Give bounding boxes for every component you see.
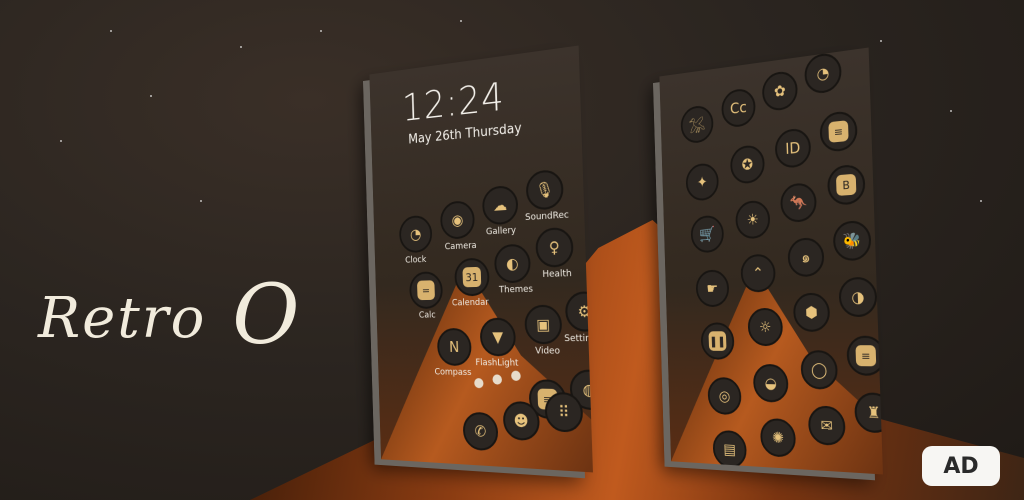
- icon-label-health: Health: [542, 269, 572, 280]
- star: [320, 30, 322, 32]
- phone-screenshot-icon-grid: 𓅮 Cc ✿ ◔ ✦ ✪ ID ≡ 🛒 ☀ 🦘 B ☛ ⌃ ๑ 🐝 ❚❚ ☼ ⬢…: [659, 48, 883, 475]
- sun-wheel-icon[interactable]: ☼: [747, 308, 783, 346]
- gallery-icon[interactable]: ☁: [482, 185, 519, 226]
- health-icon[interactable]: ♀: [535, 227, 574, 268]
- themes-icon[interactable]: ◐: [494, 243, 531, 283]
- clock-icon[interactable]: ◔: [804, 51, 842, 95]
- cc-icon[interactable]: Cc: [721, 87, 756, 128]
- cube-icon[interactable]: ⬢: [793, 293, 831, 332]
- page-indicator-dot: [492, 374, 502, 384]
- star: [150, 95, 152, 97]
- app-title: Retro O: [38, 268, 302, 363]
- compass-icon[interactable]: N: [437, 328, 472, 366]
- star: [240, 46, 242, 48]
- safari-icon[interactable]: ✪: [730, 144, 765, 185]
- page-indicator-dot: [474, 378, 483, 388]
- calendar-icon[interactable]: 31: [454, 257, 490, 296]
- pointer-icon[interactable]: ☛: [695, 269, 729, 307]
- star: [880, 40, 882, 42]
- video-icon[interactable]: ▣: [524, 305, 562, 345]
- page-indicator-dot: [511, 371, 521, 381]
- icon-label-camera: Camera: [445, 241, 477, 252]
- icon-label-flashlight: FlashLight: [475, 358, 518, 369]
- icon-label-calc: Calc: [419, 311, 436, 321]
- lockscreen-time: 12:24: [402, 74, 506, 130]
- toggle-icon[interactable]: ◑: [838, 277, 877, 318]
- swirl-icon[interactable]: ๑: [787, 237, 824, 277]
- flower-icon[interactable]: ✿: [762, 70, 798, 112]
- blogger-icon[interactable]: B: [827, 164, 866, 206]
- ostrich-icon[interactable]: 𓅮: [680, 104, 714, 144]
- bee-icon[interactable]: 🐝: [833, 220, 872, 261]
- icon-label-compass: Compass: [434, 367, 471, 378]
- weather-icon[interactable]: ☀: [735, 200, 770, 240]
- icon-label-clock: Clock: [405, 255, 426, 266]
- shopping-cart-icon[interactable]: 🛒: [690, 215, 724, 254]
- flashlight-icon[interactable]: ▼: [480, 318, 517, 357]
- star: [200, 200, 202, 202]
- icon-label-calendar: Calendar: [452, 298, 489, 309]
- chevron-up-icon[interactable]: ⌃: [740, 254, 776, 293]
- microphone-icon[interactable]: 🎙: [526, 169, 564, 211]
- title-word: Retro: [38, 286, 206, 351]
- icon-label-video: Video: [535, 346, 560, 357]
- title-letter: O: [232, 268, 301, 363]
- star: [950, 110, 952, 112]
- layers-icon[interactable]: ≡: [819, 110, 858, 153]
- icon-label-gallery: Gallery: [486, 226, 516, 238]
- ad-badge: AD: [922, 446, 1000, 486]
- phone-screenshot-lockscreen: 12:24 May 26th Thursday ◔ Clock ◉ Camera…: [369, 46, 593, 473]
- camera-icon[interactable]: ◉: [440, 200, 475, 240]
- star: [60, 140, 62, 142]
- clock-icon[interactable]: ◔: [399, 215, 433, 254]
- star: [980, 200, 982, 202]
- star: [460, 20, 462, 22]
- pause-icon[interactable]: ❚❚: [700, 322, 734, 359]
- calculator-icon[interactable]: =: [409, 271, 443, 309]
- star: [110, 30, 112, 32]
- notes-icon[interactable]: ≡: [846, 336, 883, 376]
- icon-label-soundrec: SoundRec: [525, 210, 569, 223]
- kangaroo-icon[interactable]: 🦘: [780, 182, 817, 223]
- caller-id-icon[interactable]: ID: [775, 127, 812, 169]
- bird-icon[interactable]: ✦: [685, 162, 719, 201]
- icon-label-themes: Themes: [499, 284, 533, 295]
